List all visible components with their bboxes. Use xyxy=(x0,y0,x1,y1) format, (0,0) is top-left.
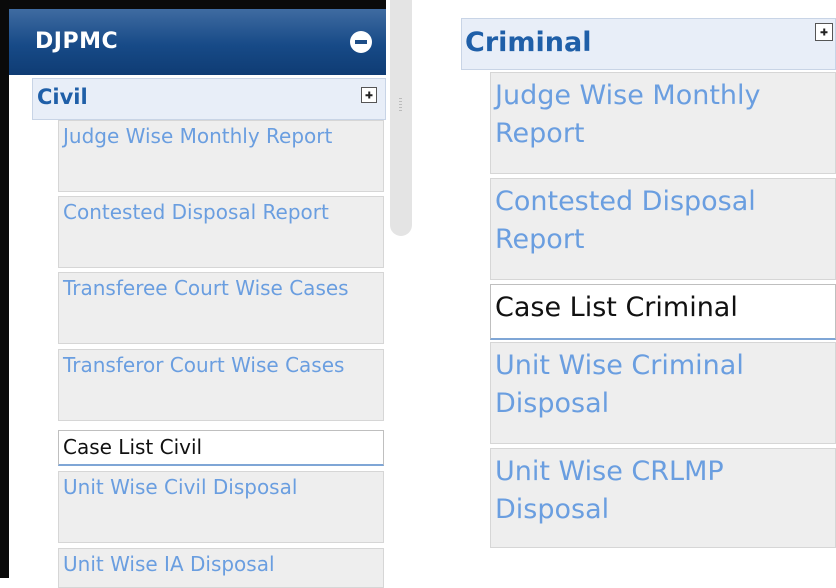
menu-item-label: Judge Wise Monthly Report xyxy=(63,124,333,148)
menu-item-case-list-criminal[interactable]: Case List Criminal xyxy=(490,284,836,340)
menu-item-unit-wise-ia-disposal[interactable]: Unit Wise IA Disposal xyxy=(58,548,384,588)
panel-border xyxy=(0,0,386,9)
menu-item-contested-disposal-report[interactable]: Contested Disposal Report xyxy=(490,178,836,280)
menu-item-contested-disposal-report[interactable]: Contested Disposal Report xyxy=(58,196,384,268)
menu-item-case-list-civil[interactable]: Case List Civil xyxy=(58,430,384,466)
menu-item-label: Judge Wise Monthly Report xyxy=(495,80,761,149)
expand-plus-icon[interactable] xyxy=(815,23,833,41)
group-label: Civil xyxy=(37,85,88,109)
menu-item-judge-wise-monthly-report[interactable]: Judge Wise Monthly Report xyxy=(58,120,384,192)
group-header-criminal[interactable]: Criminal xyxy=(461,18,836,70)
menu-item-unit-wise-civil-disposal[interactable]: Unit Wise Civil Disposal xyxy=(58,471,384,543)
left-menu-panel: DJPMC Civil Judge Wise Monthly Report Co… xyxy=(0,0,386,588)
menu-item-transferor-court-wise-cases[interactable]: Transferor Court Wise Cases xyxy=(58,349,384,421)
menu-item-label: Unit Wise Criminal Disposal xyxy=(495,350,744,419)
collapse-minus-icon[interactable] xyxy=(350,31,372,53)
menu-title: DJPMC xyxy=(35,29,119,54)
menu-item-label: Unit Wise IA Disposal xyxy=(63,552,275,576)
scrollbar[interactable] xyxy=(390,0,412,236)
menu-item-transferee-court-wise-cases[interactable]: Transferee Court Wise Cases xyxy=(58,272,384,344)
expand-plus-icon[interactable] xyxy=(361,87,377,103)
menu-header[interactable]: DJPMC xyxy=(9,9,386,75)
menu-item-label: Unit Wise Civil Disposal xyxy=(63,475,298,499)
menu-item-unit-wise-criminal-disposal[interactable]: Unit Wise Criminal Disposal xyxy=(490,342,836,444)
group-label: Criminal xyxy=(465,27,592,58)
right-menu-panel: Criminal Judge Wise Monthly Report Conte… xyxy=(438,0,836,552)
menu-item-label: Transferee Court Wise Cases xyxy=(63,276,349,300)
menu-item-label: Transferor Court Wise Cases xyxy=(63,353,345,377)
group-header-civil[interactable]: Civil xyxy=(32,78,386,120)
menu-item-judge-wise-monthly-report[interactable]: Judge Wise Monthly Report xyxy=(490,72,836,174)
menu-item-label: Contested Disposal Report xyxy=(495,186,756,255)
menu-item-label: Unit Wise CRLMP Disposal xyxy=(495,456,724,525)
menu-item-label: Case List Civil xyxy=(63,435,203,459)
menu-item-label: Contested Disposal Report xyxy=(63,200,329,224)
panel-border xyxy=(0,0,9,578)
menu-item-label: Case List Criminal xyxy=(495,292,738,323)
menu-item-unit-wise-crlmp-disposal[interactable]: Unit Wise CRLMP Disposal xyxy=(490,448,836,548)
